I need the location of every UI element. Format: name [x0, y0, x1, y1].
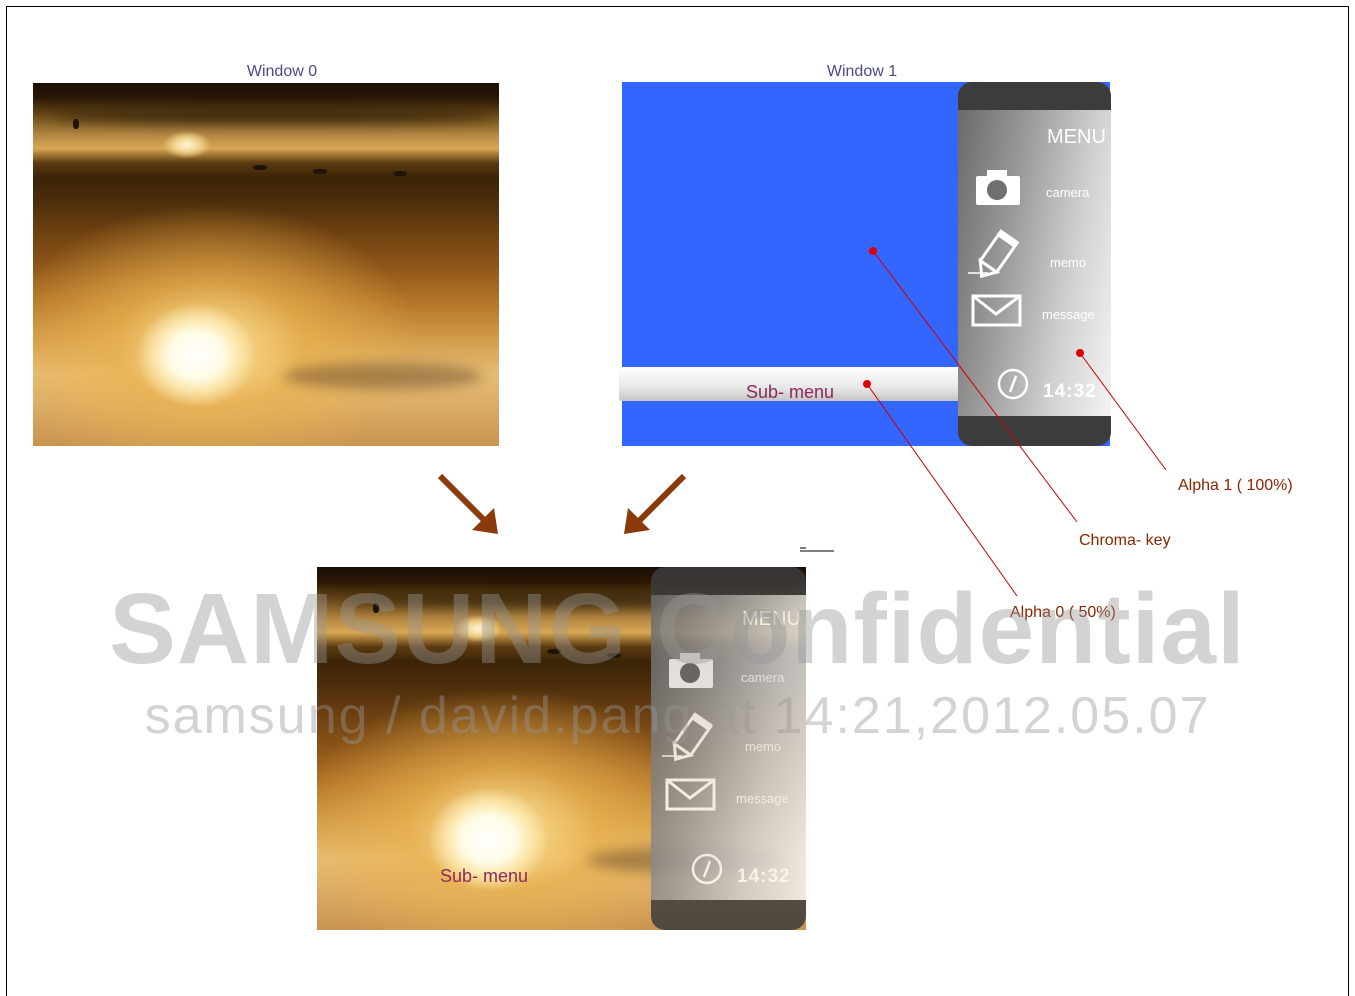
- annotation-alpha1: Alpha 1 ( 100%): [1178, 477, 1293, 494]
- annotation-chroma-key: Chroma- key: [1079, 532, 1171, 549]
- watermark-confidential: SAMSUNG Confidential: [109, 573, 1246, 685]
- diagram-page: Window 0 Window 1 Sub- menu MENU camera: [0, 0, 1355, 996]
- watermark-user-stamp: samsung / david.pang at 14:21,2012.05.07: [144, 687, 1211, 745]
- annotation-leaders: [863, 247, 1167, 597]
